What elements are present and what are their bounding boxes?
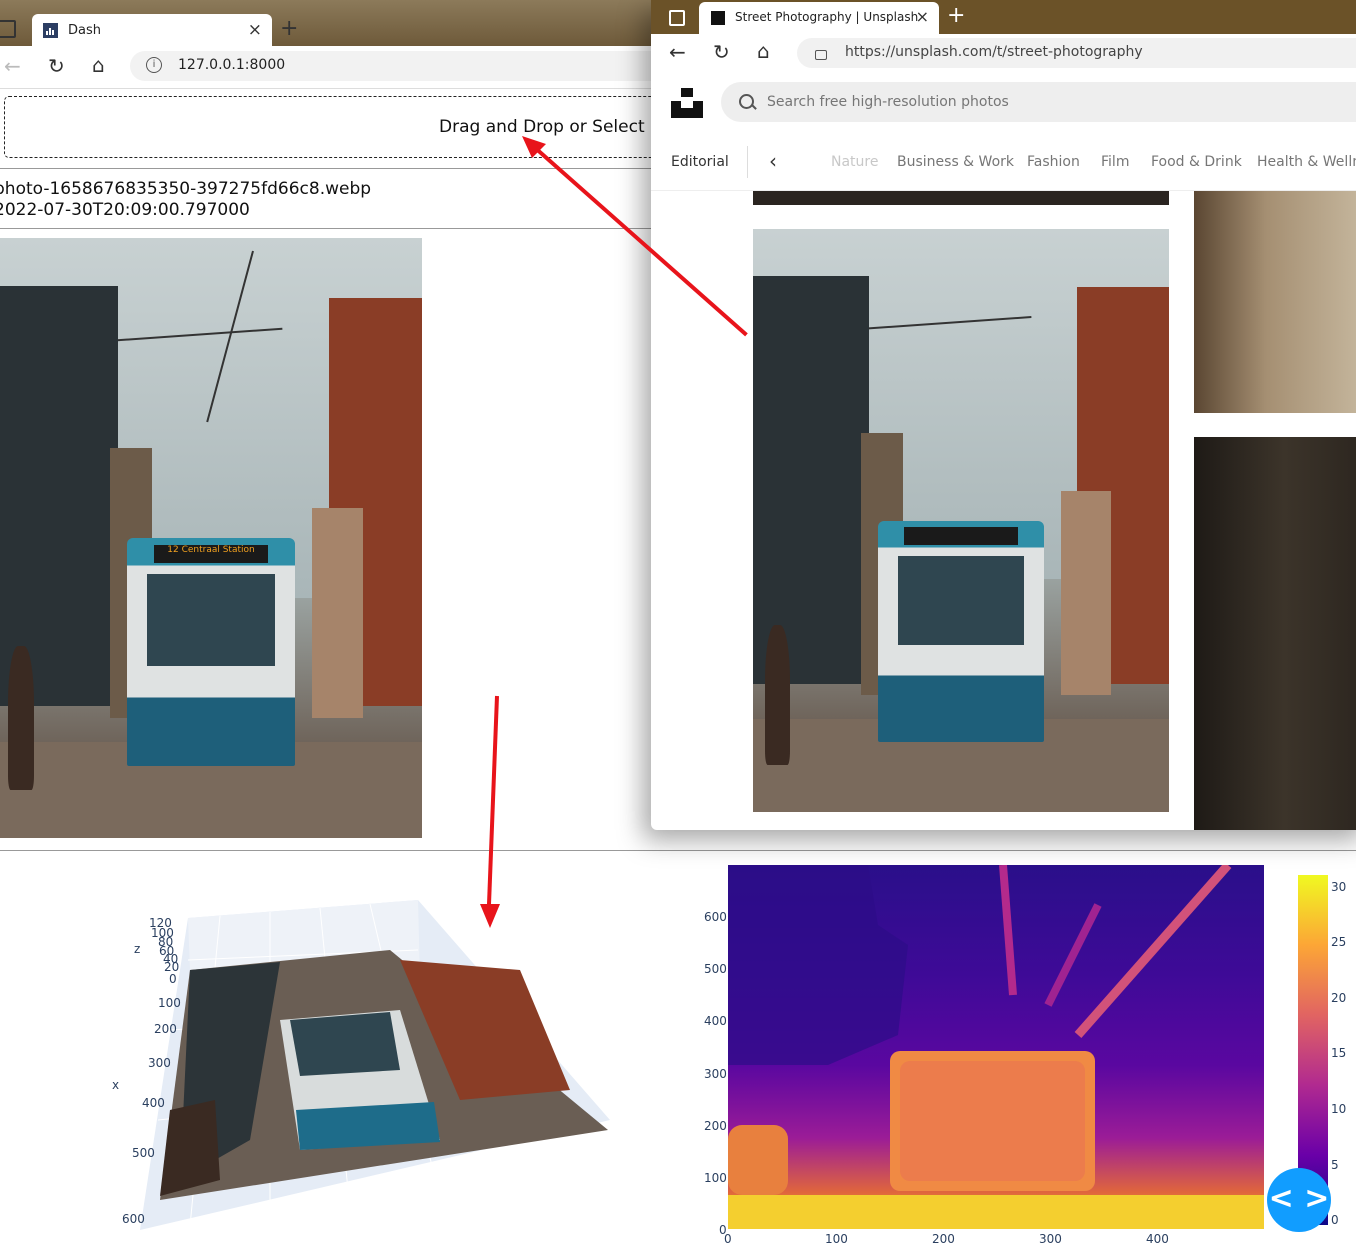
x-tick: 200: [154, 1022, 177, 1036]
heatmap-y-tick: 500: [704, 962, 727, 976]
colorbar-tick: 30: [1331, 880, 1347, 894]
dash-browser-tab[interactable]: Dash ×: [32, 14, 272, 48]
unsplash-browser-window: Street Photography | Unsplash × + ← ↻ ⌂ …: [651, 0, 1356, 830]
dash-url-field[interactable]: i 127.0.0.1:8000: [130, 51, 730, 81]
photo-tile-dark-street[interactable]: [1194, 437, 1356, 830]
divider: [747, 146, 748, 178]
category-nature[interactable]: Nature: [831, 154, 878, 170]
back-arrow-icon[interactable]: ←: [4, 54, 21, 78]
unsplash-favicon-icon: [711, 11, 725, 25]
colorbar-tick: 10: [1331, 1102, 1347, 1116]
heatmap-y-tick: 600: [704, 910, 727, 924]
x-tick: 100: [158, 996, 181, 1010]
colorbar-tick: 25: [1331, 935, 1347, 949]
heatmap-y-tick: 200: [704, 1119, 727, 1133]
sidebar-toggle-icon[interactable]: [669, 10, 685, 26]
back-arrow-icon[interactable]: ←: [669, 40, 686, 64]
category-nav: Editorial ‹ Nature Business & Work Fashi…: [651, 140, 1356, 191]
close-tab-icon[interactable]: ×: [916, 7, 929, 26]
new-tab-icon[interactable]: +: [947, 3, 965, 28]
reload-icon[interactable]: ↻: [48, 54, 65, 78]
lock-icon: [815, 50, 827, 60]
close-tab-icon[interactable]: ×: [248, 20, 262, 40]
colorbar-tick: 15: [1331, 1046, 1347, 1060]
depth-heatmap[interactable]: [728, 865, 1264, 1229]
3d-surface-plot[interactable]: z x 120 100 80 60 40 20 0 100 200 300 40…: [100, 880, 640, 1240]
x-axis-label: x: [112, 1078, 120, 1092]
unsplash-tab-title: Street Photography | Unsplash: [735, 10, 919, 24]
unsplash-browser-tab[interactable]: Street Photography | Unsplash ×: [699, 2, 939, 34]
x-tick: 400: [142, 1096, 165, 1110]
chevron-left-icon[interactable]: ‹: [769, 149, 777, 173]
uploaded-image: 12 Centraal Station: [0, 238, 422, 838]
photo-tile[interactable]: [753, 191, 1169, 205]
heatmap-y-tick: 300: [704, 1067, 727, 1081]
search-icon: [739, 94, 754, 109]
dash-tab-title: Dash: [68, 23, 101, 38]
upload-timestamp: 2022-07-30T20:09:00.797000: [0, 200, 250, 220]
heatmap-y-tick: 100: [704, 1171, 727, 1185]
info-icon[interactable]: i: [146, 57, 162, 73]
dash-url-text: 127.0.0.1:8000: [178, 57, 286, 73]
uploaded-filename: photo-1658676835350-397275fd66c8.webp: [0, 179, 372, 199]
search-placeholder: Search free high-resolution photos: [767, 94, 1009, 110]
colorbar-tick: 0: [1331, 1213, 1339, 1227]
x-tick: 300: [148, 1056, 171, 1070]
heatmap-x-tick: 400: [1146, 1232, 1169, 1246]
category-business-work[interactable]: Business & Work: [897, 154, 1014, 170]
divider: [0, 228, 652, 229]
heatmap-x-tick: 0: [724, 1232, 732, 1246]
reload-icon[interactable]: ↻: [713, 40, 730, 64]
x-tick: 600: [122, 1212, 145, 1226]
photo-tile-building[interactable]: [1194, 191, 1356, 413]
unsplash-url-text: https://unsplash.com/t/street-photograph…: [845, 44, 1143, 60]
tram-sign-text: Centraal Station: [181, 544, 255, 555]
photo-search-field[interactable]: Search free high-resolution photos: [721, 82, 1356, 122]
unsplash-logo-icon[interactable]: [671, 88, 703, 118]
category-food-drink[interactable]: Food & Drink: [1151, 154, 1242, 170]
x-tick: 500: [132, 1146, 155, 1160]
arrowhead: [522, 136, 546, 158]
category-film[interactable]: Film: [1101, 154, 1129, 170]
photo-tile-tram[interactable]: [753, 229, 1169, 812]
z-axis-label: z: [134, 942, 141, 956]
colorbar-tick: 5: [1331, 1158, 1339, 1172]
tram-sign-number: 12: [167, 544, 179, 555]
category-health-wellness[interactable]: Health & Wellness: [1257, 154, 1356, 170]
heatmap-x-tick: 300: [1039, 1232, 1062, 1246]
heatmap-y-tick: 400: [704, 1014, 727, 1028]
new-tab-icon[interactable]: +: [280, 16, 298, 41]
category-editorial[interactable]: Editorial: [671, 154, 729, 170]
arrowhead: [480, 904, 500, 928]
sidebar-toggle-icon[interactable]: [0, 20, 16, 38]
z-tick: 0: [169, 972, 177, 986]
heatmap-x-tick: 200: [932, 1232, 955, 1246]
dash-favicon-icon: [43, 23, 58, 38]
divider: [0, 850, 1356, 851]
unsplash-url-field[interactable]: https://unsplash.com/t/street-photograph…: [797, 38, 1356, 68]
colorbar-tick: 20: [1331, 991, 1347, 1005]
home-icon[interactable]: ⌂: [92, 53, 105, 77]
home-icon[interactable]: ⌂: [757, 39, 770, 63]
category-fashion[interactable]: Fashion: [1027, 154, 1080, 170]
dash-debug-code-button[interactable]: < >: [1267, 1168, 1331, 1232]
heatmap-x-tick: 100: [825, 1232, 848, 1246]
